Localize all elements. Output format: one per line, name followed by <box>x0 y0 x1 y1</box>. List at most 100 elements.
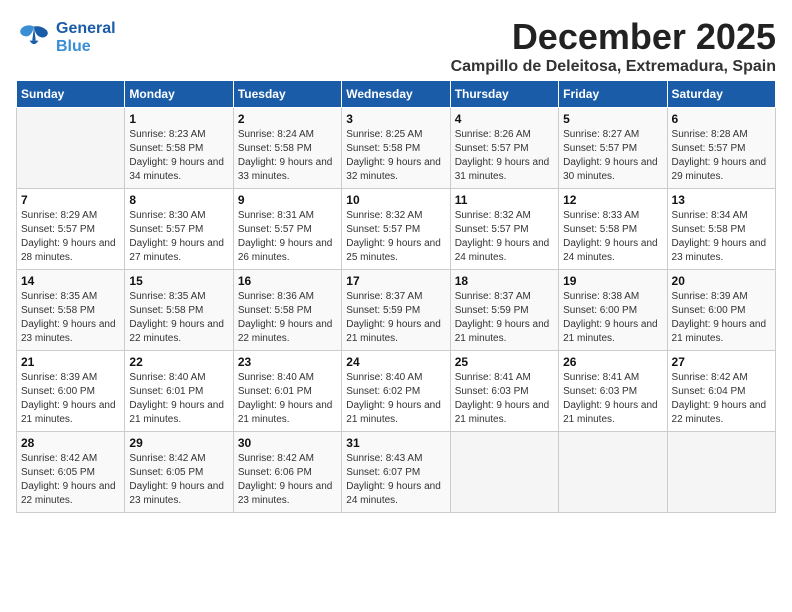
weekday-header-cell: Monday <box>125 81 233 108</box>
day-info: Sunrise: 8:43 AM Sunset: 6:07 PM Dayligh… <box>346 452 445 508</box>
weekday-header-cell: Tuesday <box>233 81 341 108</box>
day-info: Sunrise: 8:30 AM Sunset: 5:57 PM Dayligh… <box>129 209 228 265</box>
day-info: Sunrise: 8:41 AM Sunset: 6:03 PM Dayligh… <box>563 371 662 427</box>
calendar-day-cell: 1 Sunrise: 8:23 AM Sunset: 5:58 PM Dayli… <box>125 108 233 189</box>
day-number: 18 <box>455 274 554 288</box>
calendar-day-cell: 29 Sunrise: 8:42 AM Sunset: 6:05 PM Dayl… <box>125 432 233 513</box>
calendar-day-cell: 13 Sunrise: 8:34 AM Sunset: 5:58 PM Dayl… <box>667 189 775 270</box>
calendar-day-cell: 7 Sunrise: 8:29 AM Sunset: 5:57 PM Dayli… <box>17 189 125 270</box>
day-number: 29 <box>129 436 228 450</box>
calendar-day-cell: 4 Sunrise: 8:26 AM Sunset: 5:57 PM Dayli… <box>450 108 558 189</box>
day-number: 25 <box>455 355 554 369</box>
calendar-day-cell: 10 Sunrise: 8:32 AM Sunset: 5:57 PM Dayl… <box>342 189 450 270</box>
day-info: Sunrise: 8:40 AM Sunset: 6:01 PM Dayligh… <box>129 371 228 427</box>
calendar-day-cell: 21 Sunrise: 8:39 AM Sunset: 6:00 PM Dayl… <box>17 351 125 432</box>
day-info: Sunrise: 8:32 AM Sunset: 5:57 PM Dayligh… <box>455 209 554 265</box>
day-info: Sunrise: 8:25 AM Sunset: 5:58 PM Dayligh… <box>346 128 445 184</box>
day-number: 4 <box>455 112 554 126</box>
logo: General Blue <box>16 20 116 56</box>
day-number: 7 <box>21 193 120 207</box>
month-title: December 2025 <box>451 16 776 58</box>
day-number: 3 <box>346 112 445 126</box>
day-info: Sunrise: 8:37 AM Sunset: 5:59 PM Dayligh… <box>346 290 445 346</box>
day-info: Sunrise: 8:36 AM Sunset: 5:58 PM Dayligh… <box>238 290 337 346</box>
calendar-day-cell: 17 Sunrise: 8:37 AM Sunset: 5:59 PM Dayl… <box>342 270 450 351</box>
calendar-day-cell: 14 Sunrise: 8:35 AM Sunset: 5:58 PM Dayl… <box>17 270 125 351</box>
day-number: 23 <box>238 355 337 369</box>
calendar-day-cell: 28 Sunrise: 8:42 AM Sunset: 6:05 PM Dayl… <box>17 432 125 513</box>
day-info: Sunrise: 8:29 AM Sunset: 5:57 PM Dayligh… <box>21 209 120 265</box>
day-number: 1 <box>129 112 228 126</box>
day-number: 12 <box>563 193 662 207</box>
calendar-day-cell <box>17 108 125 189</box>
calendar-day-cell: 9 Sunrise: 8:31 AM Sunset: 5:57 PM Dayli… <box>233 189 341 270</box>
day-number: 31 <box>346 436 445 450</box>
day-info: Sunrise: 8:24 AM Sunset: 5:58 PM Dayligh… <box>238 128 337 184</box>
day-number: 22 <box>129 355 228 369</box>
calendar-header: SundayMondayTuesdayWednesdayThursdayFrid… <box>17 81 776 108</box>
day-number: 17 <box>346 274 445 288</box>
calendar-body: 1 Sunrise: 8:23 AM Sunset: 5:58 PM Dayli… <box>17 108 776 513</box>
day-info: Sunrise: 8:42 AM Sunset: 6:06 PM Dayligh… <box>238 452 337 508</box>
day-info: Sunrise: 8:32 AM Sunset: 5:57 PM Dayligh… <box>346 209 445 265</box>
weekday-header-cell: Thursday <box>450 81 558 108</box>
day-number: 24 <box>346 355 445 369</box>
calendar-day-cell: 27 Sunrise: 8:42 AM Sunset: 6:04 PM Dayl… <box>667 351 775 432</box>
day-info: Sunrise: 8:27 AM Sunset: 5:57 PM Dayligh… <box>563 128 662 184</box>
day-number: 26 <box>563 355 662 369</box>
day-number: 19 <box>563 274 662 288</box>
calendar-week-row: 1 Sunrise: 8:23 AM Sunset: 5:58 PM Dayli… <box>17 108 776 189</box>
calendar-day-cell <box>667 432 775 513</box>
day-number: 11 <box>455 193 554 207</box>
day-info: Sunrise: 8:34 AM Sunset: 5:58 PM Dayligh… <box>672 209 771 265</box>
day-number: 21 <box>21 355 120 369</box>
day-info: Sunrise: 8:40 AM Sunset: 6:01 PM Dayligh… <box>238 371 337 427</box>
calendar-day-cell: 24 Sunrise: 8:40 AM Sunset: 6:02 PM Dayl… <box>342 351 450 432</box>
calendar-day-cell: 18 Sunrise: 8:37 AM Sunset: 5:59 PM Dayl… <box>450 270 558 351</box>
day-info: Sunrise: 8:41 AM Sunset: 6:03 PM Dayligh… <box>455 371 554 427</box>
calendar-day-cell: 22 Sunrise: 8:40 AM Sunset: 6:01 PM Dayl… <box>125 351 233 432</box>
calendar-day-cell: 19 Sunrise: 8:38 AM Sunset: 6:00 PM Dayl… <box>559 270 667 351</box>
location-title: Campillo de Deleitosa, Extremadura, Spai… <box>451 58 776 76</box>
calendar-day-cell: 23 Sunrise: 8:40 AM Sunset: 6:01 PM Dayl… <box>233 351 341 432</box>
calendar-day-cell: 6 Sunrise: 8:28 AM Sunset: 5:57 PM Dayli… <box>667 108 775 189</box>
day-number: 2 <box>238 112 337 126</box>
calendar-day-cell: 31 Sunrise: 8:43 AM Sunset: 6:07 PM Dayl… <box>342 432 450 513</box>
calendar-day-cell: 20 Sunrise: 8:39 AM Sunset: 6:00 PM Dayl… <box>667 270 775 351</box>
day-info: Sunrise: 8:28 AM Sunset: 5:57 PM Dayligh… <box>672 128 771 184</box>
day-number: 10 <box>346 193 445 207</box>
day-info: Sunrise: 8:39 AM Sunset: 6:00 PM Dayligh… <box>21 371 120 427</box>
calendar-day-cell: 16 Sunrise: 8:36 AM Sunset: 5:58 PM Dayl… <box>233 270 341 351</box>
day-info: Sunrise: 8:33 AM Sunset: 5:58 PM Dayligh… <box>563 209 662 265</box>
calendar-day-cell: 12 Sunrise: 8:33 AM Sunset: 5:58 PM Dayl… <box>559 189 667 270</box>
calendar-week-row: 28 Sunrise: 8:42 AM Sunset: 6:05 PM Dayl… <box>17 432 776 513</box>
calendar-day-cell: 8 Sunrise: 8:30 AM Sunset: 5:57 PM Dayli… <box>125 189 233 270</box>
calendar-day-cell: 26 Sunrise: 8:41 AM Sunset: 6:03 PM Dayl… <box>559 351 667 432</box>
calendar-day-cell: 15 Sunrise: 8:35 AM Sunset: 5:58 PM Dayl… <box>125 270 233 351</box>
day-number: 8 <box>129 193 228 207</box>
day-info: Sunrise: 8:39 AM Sunset: 6:00 PM Dayligh… <box>672 290 771 346</box>
weekday-header-row: SundayMondayTuesdayWednesdayThursdayFrid… <box>17 81 776 108</box>
calendar-week-row: 7 Sunrise: 8:29 AM Sunset: 5:57 PM Dayli… <box>17 189 776 270</box>
page-header: General Blue December 2025 Campillo de D… <box>16 16 776 76</box>
calendar-day-cell: 5 Sunrise: 8:27 AM Sunset: 5:57 PM Dayli… <box>559 108 667 189</box>
day-number: 20 <box>672 274 771 288</box>
calendar-day-cell <box>559 432 667 513</box>
day-number: 13 <box>672 193 771 207</box>
day-number: 9 <box>238 193 337 207</box>
calendar-day-cell: 3 Sunrise: 8:25 AM Sunset: 5:58 PM Dayli… <box>342 108 450 189</box>
weekday-header-cell: Sunday <box>17 81 125 108</box>
day-info: Sunrise: 8:42 AM Sunset: 6:04 PM Dayligh… <box>672 371 771 427</box>
day-info: Sunrise: 8:42 AM Sunset: 6:05 PM Dayligh… <box>129 452 228 508</box>
calendar-week-row: 21 Sunrise: 8:39 AM Sunset: 6:00 PM Dayl… <box>17 351 776 432</box>
calendar-day-cell: 2 Sunrise: 8:24 AM Sunset: 5:58 PM Dayli… <box>233 108 341 189</box>
calendar-week-row: 14 Sunrise: 8:35 AM Sunset: 5:58 PM Dayl… <box>17 270 776 351</box>
day-number: 27 <box>672 355 771 369</box>
day-number: 28 <box>21 436 120 450</box>
day-number: 30 <box>238 436 337 450</box>
day-info: Sunrise: 8:35 AM Sunset: 5:58 PM Dayligh… <box>129 290 228 346</box>
day-info: Sunrise: 8:40 AM Sunset: 6:02 PM Dayligh… <box>346 371 445 427</box>
title-area: December 2025 Campillo de Deleitosa, Ext… <box>451 16 776 76</box>
calendar-day-cell <box>450 432 558 513</box>
day-info: Sunrise: 8:26 AM Sunset: 5:57 PM Dayligh… <box>455 128 554 184</box>
